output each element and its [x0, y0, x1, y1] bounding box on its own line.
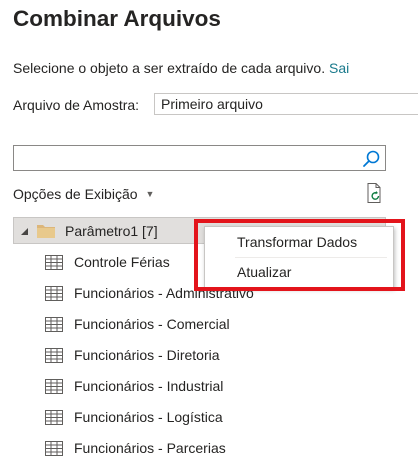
instruction-label: Selecione o objeto a ser extraído de cad… — [13, 60, 326, 76]
tree-item[interactable]: Funcionários - Logística — [45, 407, 345, 429]
menu-item-refresh[interactable]: Atualizar — [206, 258, 392, 286]
chevron-down-icon: ▼ — [145, 189, 155, 199]
table-icon — [45, 255, 63, 270]
sample-file-select[interactable]: Primeiro arquivo — [154, 93, 418, 115]
table-icon — [45, 286, 63, 301]
table-icon — [45, 317, 63, 332]
instruction-link[interactable]: Sai — [329, 60, 349, 76]
search-icon[interactable] — [361, 149, 381, 169]
tree-item-label: Funcionários - Parcerias — [74, 440, 226, 456]
view-options-dropdown[interactable]: Opções de Exibição ▼ — [13, 186, 154, 202]
search-input[interactable] — [13, 145, 386, 171]
tree-item[interactable]: Funcionários - Industrial — [45, 376, 345, 398]
menu-item-transform-data[interactable]: Transformar Dados — [206, 228, 392, 256]
dialog-title: Combinar Arquivos — [13, 6, 221, 31]
tree-item-label: Funcionários - Diretoria — [74, 347, 220, 363]
tree-item-label: Funcionários - Comercial — [74, 316, 230, 332]
tree-item[interactable]: Funcionários - Diretoria — [45, 345, 345, 367]
table-icon — [45, 379, 63, 394]
expand-arrow-icon[interactable] — [20, 227, 29, 236]
tree-root-label: Parâmetro1 [7] — [65, 223, 158, 239]
tree-item-label: Funcionários - Logística — [74, 409, 223, 425]
context-menu: Transformar Dados Atualizar — [204, 226, 394, 288]
view-options-label: Opções de Exibição — [13, 186, 138, 202]
folder-icon — [37, 225, 55, 238]
sample-file-row: Arquivo de Amostra: Primeiro arquivo — [13, 93, 418, 117]
tree-item[interactable]: Funcionários - Parcerias — [45, 438, 345, 460]
sample-file-label: Arquivo de Amostra: — [13, 97, 140, 113]
refresh-icon[interactable] — [364, 182, 386, 204]
instruction-text: Selecione o objeto a ser extraído de cad… — [13, 60, 349, 76]
tree-item[interactable]: Funcionários - Comercial — [45, 314, 345, 336]
tree-item-label: Controle Férias — [74, 254, 170, 270]
table-icon — [45, 348, 63, 363]
table-icon — [45, 410, 63, 425]
table-icon — [45, 441, 63, 456]
tree-item-label: Funcionários - Industrial — [74, 378, 224, 394]
